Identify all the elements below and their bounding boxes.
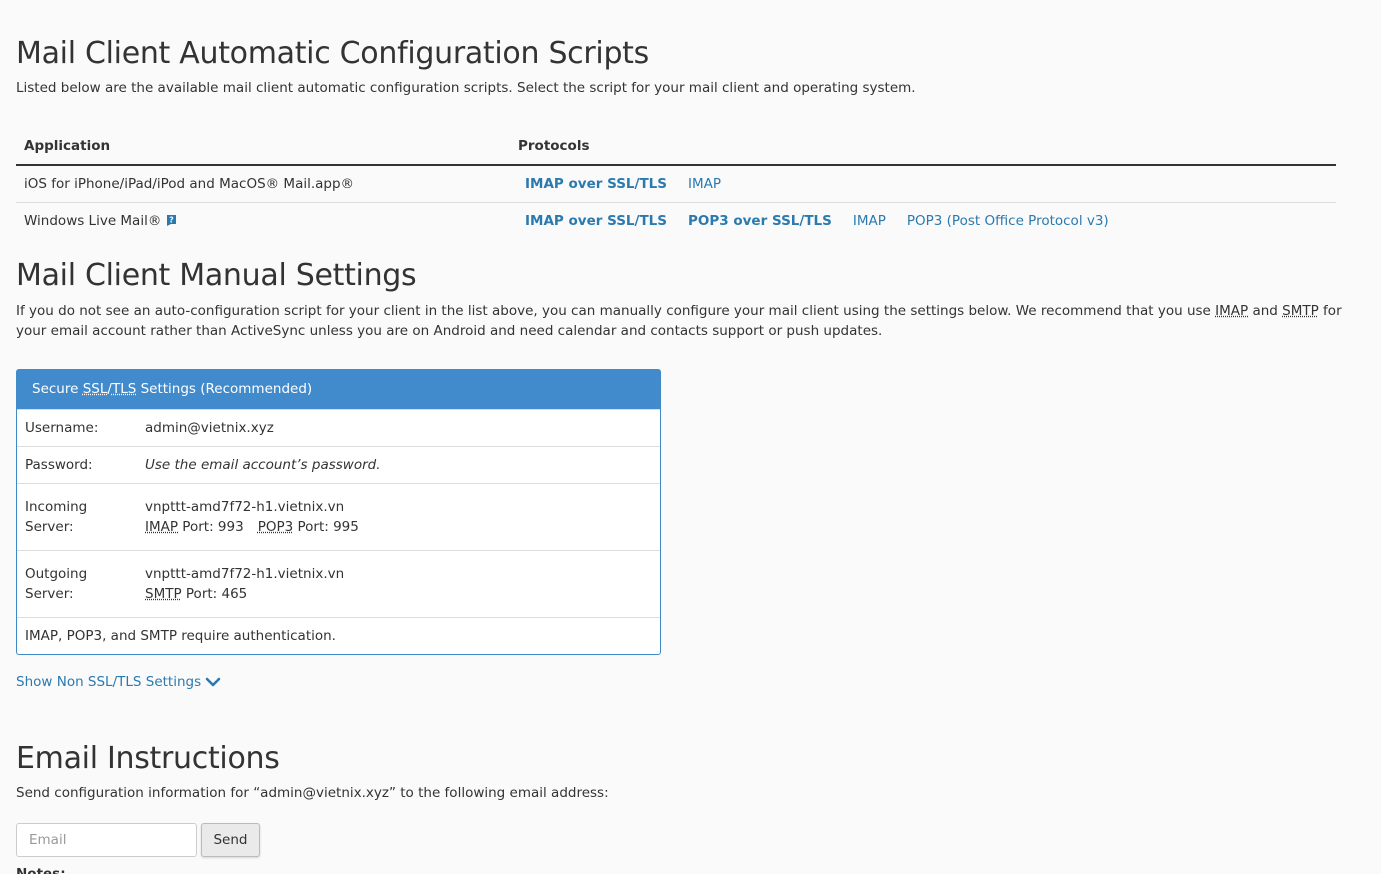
imap-abbr: IMAP [145, 519, 179, 535]
username-label: Username: [25, 420, 99, 436]
protocols-cell: IMAP over SSL/TLS POP3 over SSL/TLS IMAP PO… [510, 202, 1336, 239]
auth-note: IMAP, POP3, and SMTP require authenticat… [17, 617, 660, 654]
outgoing-host: vnpttt-amd7f72-h1.vietnix.vn [145, 566, 345, 582]
password-row: Password: Use the email account’s passwo… [17, 446, 660, 483]
show-non-ssl-settings-link[interactable]: Show Non SSL/TLS Settings [16, 674, 221, 690]
protocols-cell: IMAP over SSL/TLS IMAP [510, 165, 1336, 203]
pop3-abbr: POP3 [257, 519, 294, 535]
panel-header: Secure SSL/TLS Settings (Recommended) [17, 370, 660, 409]
password-label: Password: [25, 457, 93, 473]
outgoing-row: Outgoing Server: vnpttt-amd7f72-h1.vietn… [17, 550, 660, 617]
manual-settings-description: If you do not see an auto-configuration … [16, 302, 1346, 341]
incoming-ports: IMAP Port: 993 POP3 Port: 995 [145, 517, 652, 537]
incoming-row: Incoming Server: vnpttt-amd7f72-h1.vietn… [17, 483, 660, 550]
smtp-abbr: SMTP [1282, 303, 1319, 319]
svg-text:?: ? [170, 215, 175, 224]
ssl-abbr: SSL [82, 381, 108, 397]
header-application: Application [16, 128, 510, 166]
pop3-port: Port: 995 [293, 519, 359, 535]
app-name-windows-live-mail: Windows Live Mail® [24, 212, 162, 229]
app-name-cell: Windows Live Mail® ? [16, 202, 510, 239]
header-text: Secure [32, 381, 83, 397]
incoming-label: Incoming Server: [25, 499, 88, 535]
username-row: Username: admin@vietnix.xyz [17, 409, 660, 446]
tls-abbr: TLS [111, 381, 137, 397]
outgoing-value: vnpttt-amd7f72-h1.vietnix.vn SMTP Port: … [145, 564, 652, 604]
outgoing-label: Outgoing Server: [25, 566, 88, 602]
wlm-pop3-link[interactable]: POP3 (Post Office Protocol v3) [907, 213, 1109, 229]
table-row: iOS for iPhone/iPad/iPod and MacOS® Mail… [16, 165, 1336, 203]
secure-settings-panel: Secure SSL/TLS Settings (Recommended) Us… [16, 369, 661, 655]
outgoing-ports: SMTP Port: 465 [145, 584, 652, 604]
password-value: Use the email account’s password. [145, 457, 381, 473]
imap-abbr: IMAP [1215, 303, 1249, 319]
username-value: admin@vietnix.xyz [145, 420, 274, 436]
notes-label: Notes: [16, 866, 66, 874]
table-header-row: Application Protocols [16, 128, 1336, 166]
smtp-port: Port: 465 [181, 586, 248, 602]
desc-text: If you do not see an auto-configuration … [16, 303, 1216, 319]
imap-port: Port: 993 [178, 519, 244, 535]
chevron-down-icon [205, 677, 221, 687]
auto-config-title: Mail Client Automatic Configuration Scri… [16, 36, 649, 71]
email-instructions-title: Email Instructions [16, 741, 280, 776]
auto-config-table: Application Protocols iOS for iPhone/iPa… [16, 128, 1336, 239]
table-row: Windows Live Mail® ? IMAP over SSL/TLS PO… [16, 202, 1336, 239]
smtp-abbr: SMTP [145, 586, 182, 602]
wlm-imap-ssl-link[interactable]: IMAP over SSL/TLS [525, 213, 667, 229]
wlm-imap-link[interactable]: IMAP [853, 213, 886, 229]
desc-text: and [1248, 303, 1283, 319]
header-text: Settings (Recommended) [136, 381, 313, 397]
app-name-ios: iOS for iPhone/iPad/iPod and MacOS® Mail… [16, 165, 510, 203]
email-input[interactable] [16, 823, 197, 857]
auto-config-description: Listed below are the available mail clie… [16, 80, 916, 96]
show-non-ssl-label: Show Non SSL/TLS Settings [16, 674, 202, 690]
help-icon[interactable]: ? [165, 214, 177, 226]
manual-settings-title: Mail Client Manual Settings [16, 258, 417, 293]
ios-imap-link[interactable]: IMAP [688, 176, 721, 192]
send-button[interactable]: Send [201, 823, 260, 857]
wlm-pop3-ssl-link[interactable]: POP3 over SSL/TLS [688, 213, 832, 229]
ios-imap-ssl-link[interactable]: IMAP over SSL/TLS [525, 176, 667, 192]
header-protocols: Protocols [510, 128, 1336, 166]
incoming-value: vnpttt-amd7f72-h1.vietnix.vn IMAP Port: … [145, 497, 652, 537]
email-instructions-description: Send configuration information for “admi… [16, 785, 609, 801]
incoming-host: vnpttt-amd7f72-h1.vietnix.vn [145, 499, 345, 515]
